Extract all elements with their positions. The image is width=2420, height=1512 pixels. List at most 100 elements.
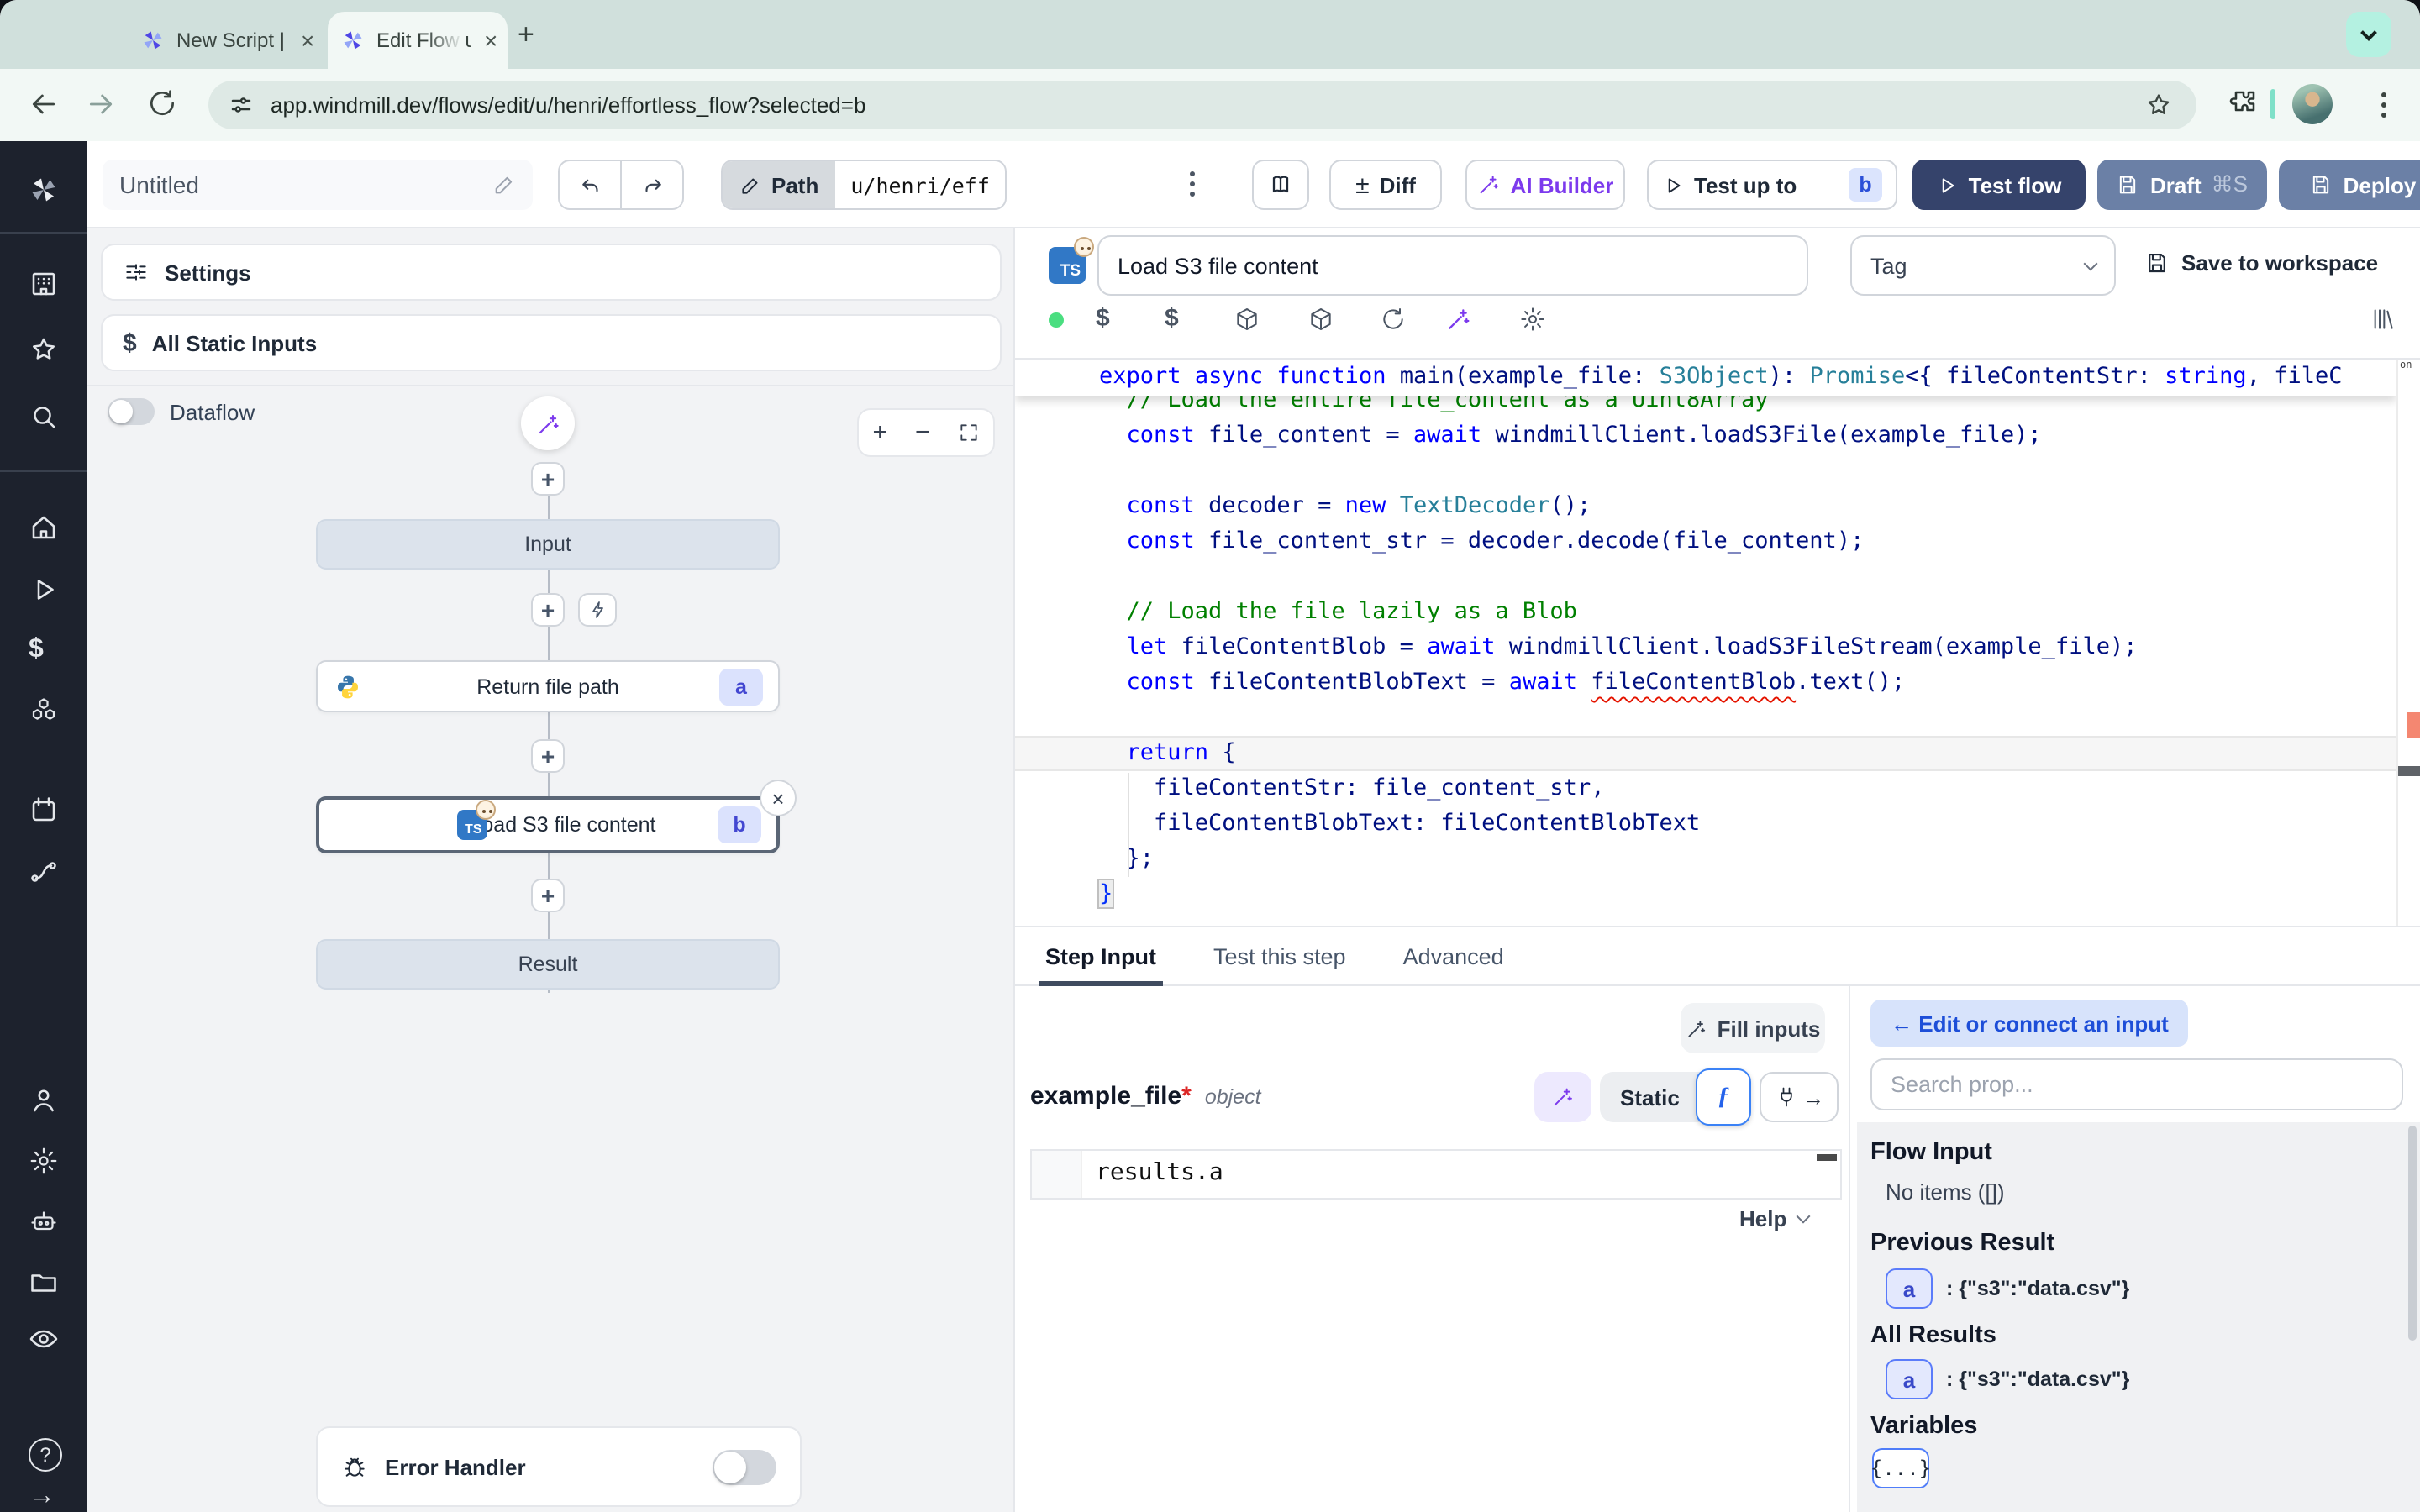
code-editor[interactable]: // Load the entire file_content as a Uin… <box>1015 358 2420 926</box>
add-step-button[interactable]: + <box>531 879 565 912</box>
ai-flow-wand-button[interactable] <box>521 396 575 450</box>
tag-select[interactable]: Tag <box>1850 235 2116 296</box>
ai-fill-field-button[interactable] <box>1534 1072 1591 1122</box>
browser-tab-active[interactable]: Edit Flow u/henri/effortless_fl × <box>328 12 508 69</box>
panel-scrollbar[interactable] <box>2408 1126 2417 1341</box>
bookmark-star-icon[interactable] <box>2144 91 2173 119</box>
input-node[interactable]: Input <box>316 519 780 570</box>
editor-settings-gear-icon[interactable] <box>1519 306 1548 334</box>
resources-cubes-icon[interactable] <box>29 696 59 726</box>
runs-play-icon[interactable] <box>29 575 59 605</box>
omnibox[interactable]: app.windmill.dev/flows/edit/u/henri/effo… <box>208 81 2196 129</box>
help-expander[interactable]: Help <box>1739 1206 1808 1231</box>
diff-button[interactable]: ± Diff <box>1329 160 1442 210</box>
docs-book-button[interactable] <box>1252 160 1309 210</box>
expand-sidebar-icon[interactable]: → <box>29 1482 59 1512</box>
step-node-a[interactable]: Return file path a <box>316 660 780 712</box>
variables-dollar-icon[interactable]: $ <box>1165 304 1193 333</box>
all-results-row[interactable]: a : {"s3":"data.csv"} <box>1886 1359 2129 1399</box>
error-handler-row[interactable]: Error Handler <box>316 1426 802 1507</box>
connect-input-button[interactable]: → <box>1760 1072 1839 1122</box>
flow-settings-button[interactable]: Settings <box>101 244 1002 301</box>
zoom-out-button[interactable]: − <box>915 418 930 447</box>
settings-gear-icon[interactable] <box>29 1146 59 1176</box>
trigger-bolt-button[interactable] <box>578 593 617 627</box>
edit-or-connect-button[interactable]: ← Edit or connect an input <box>1870 1000 2189 1047</box>
help-icon[interactable]: ? <box>29 1438 62 1472</box>
deploy-button[interactable]: Deploy <box>2279 160 2420 210</box>
expression-editor[interactable]: results.a <box>1030 1149 1842 1200</box>
remove-step-button[interactable]: × <box>760 780 797 816</box>
error-handler-toggle[interactable] <box>713 1449 776 1484</box>
draft-label: Draft <box>2150 172 2202 197</box>
search-prop-input[interactable] <box>1870 1058 2403 1110</box>
variables-badge[interactable]: {...} <box>1872 1448 1929 1488</box>
minimap[interactable]: on <box>2396 360 2420 926</box>
avatar[interactable] <box>2292 84 2333 124</box>
assets-dollar-icon[interactable]: $ <box>1096 304 1124 333</box>
step-node-b-selected[interactable]: TS Load S3 file content b <box>316 796 780 853</box>
schedules-calendar-icon[interactable] <box>29 795 59 825</box>
search-icon[interactable] <box>29 402 59 432</box>
path-button[interactable]: Path u/henri/eff <box>721 160 1007 210</box>
windmill-logo-icon[interactable] <box>29 175 59 205</box>
undo-button[interactable] <box>558 160 622 210</box>
site-settings-icon[interactable] <box>229 92 254 118</box>
all-static-inputs-button[interactable]: $ All Static Inputs <box>101 314 1002 371</box>
back-icon[interactable] <box>27 87 60 121</box>
draft-button[interactable]: Draft ⌘S <box>2097 160 2267 210</box>
test-up-to-button[interactable]: Test up to b <box>1647 160 1897 210</box>
audit-eye-icon[interactable] <box>29 1324 59 1354</box>
javascript-expression-icon[interactable]: ƒ <box>1696 1068 1751 1126</box>
tab-step-input[interactable]: Step Input <box>1045 927 1156 984</box>
result-badge[interactable]: a <box>1886 1268 1933 1309</box>
new-tab-button[interactable]: + <box>518 18 534 52</box>
workspace-icon[interactable] <box>29 269 59 299</box>
user-icon[interactable] <box>29 1085 59 1116</box>
favorites-star-icon[interactable] <box>29 334 59 365</box>
result-node[interactable]: Result <box>316 939 780 990</box>
ai-wand-icon[interactable] <box>1445 306 1474 334</box>
tab-search-button[interactable] <box>2346 12 2391 57</box>
browser-menu-icon[interactable] <box>2381 92 2386 118</box>
reload-icon[interactable] <box>146 87 178 119</box>
fit-view-button[interactable] <box>957 422 979 444</box>
test-flow-button[interactable]: Test flow <box>1912 160 2086 210</box>
result-badge[interactable]: a <box>1886 1359 1933 1399</box>
minimap-slider[interactable] <box>2398 766 2420 776</box>
tab-advanced[interactable]: Advanced <box>1403 927 1504 984</box>
routes-icon[interactable] <box>29 857 59 887</box>
dataflow-toggle[interactable] <box>108 398 155 425</box>
add-step-button[interactable]: + <box>531 739 565 773</box>
home-icon[interactable] <box>29 512 59 543</box>
forward-icon[interactable] <box>84 87 118 121</box>
previous-result-row[interactable]: a : {"s3":"data.csv"} <box>1886 1268 2129 1309</box>
step-name-input[interactable] <box>1097 235 1808 296</box>
zoom-in-button[interactable]: + <box>872 418 887 447</box>
flow-name-input[interactable]: Untitled <box>103 160 533 210</box>
redo-button[interactable] <box>620 160 684 210</box>
add-step-button[interactable]: + <box>531 593 565 627</box>
package-icon[interactable] <box>1234 306 1262 334</box>
add-step-button[interactable]: + <box>531 462 565 496</box>
tab-close-icon[interactable]: × <box>484 27 497 54</box>
library-icon[interactable] <box>2370 306 2398 334</box>
editor-scrollbar[interactable] <box>1817 1154 1837 1161</box>
more-options-kebab-icon[interactable] <box>1190 171 1195 197</box>
reset-icon[interactable] <box>1380 306 1408 334</box>
fill-inputs-button[interactable]: Fill inputs <box>1681 1003 1825 1053</box>
folders-icon[interactable] <box>29 1267 59 1297</box>
tab-test-this-step[interactable]: Test this step <box>1213 927 1346 984</box>
input-mode-toggle[interactable]: Static ƒ <box>1600 1072 1748 1122</box>
variables-dollar-icon[interactable]: $ <box>29 635 59 665</box>
workers-robot-icon[interactable] <box>29 1206 59 1236</box>
variables-row[interactable]: {...} <box>1872 1448 1929 1488</box>
ai-builder-button[interactable]: AI Builder <box>1465 160 1625 210</box>
tab-close-icon[interactable]: × <box>301 27 314 54</box>
package-icon[interactable] <box>1307 306 1336 334</box>
extensions-icon[interactable] <box>2228 87 2259 118</box>
save-to-workspace-button[interactable]: Save to workspace <box>2144 250 2378 276</box>
edit-pencil-icon[interactable] <box>492 173 516 197</box>
browser-tab-inactive[interactable]: New Script | Windmill × <box>141 12 326 69</box>
field-header: example_file* object <box>1030 1082 1261 1110</box>
